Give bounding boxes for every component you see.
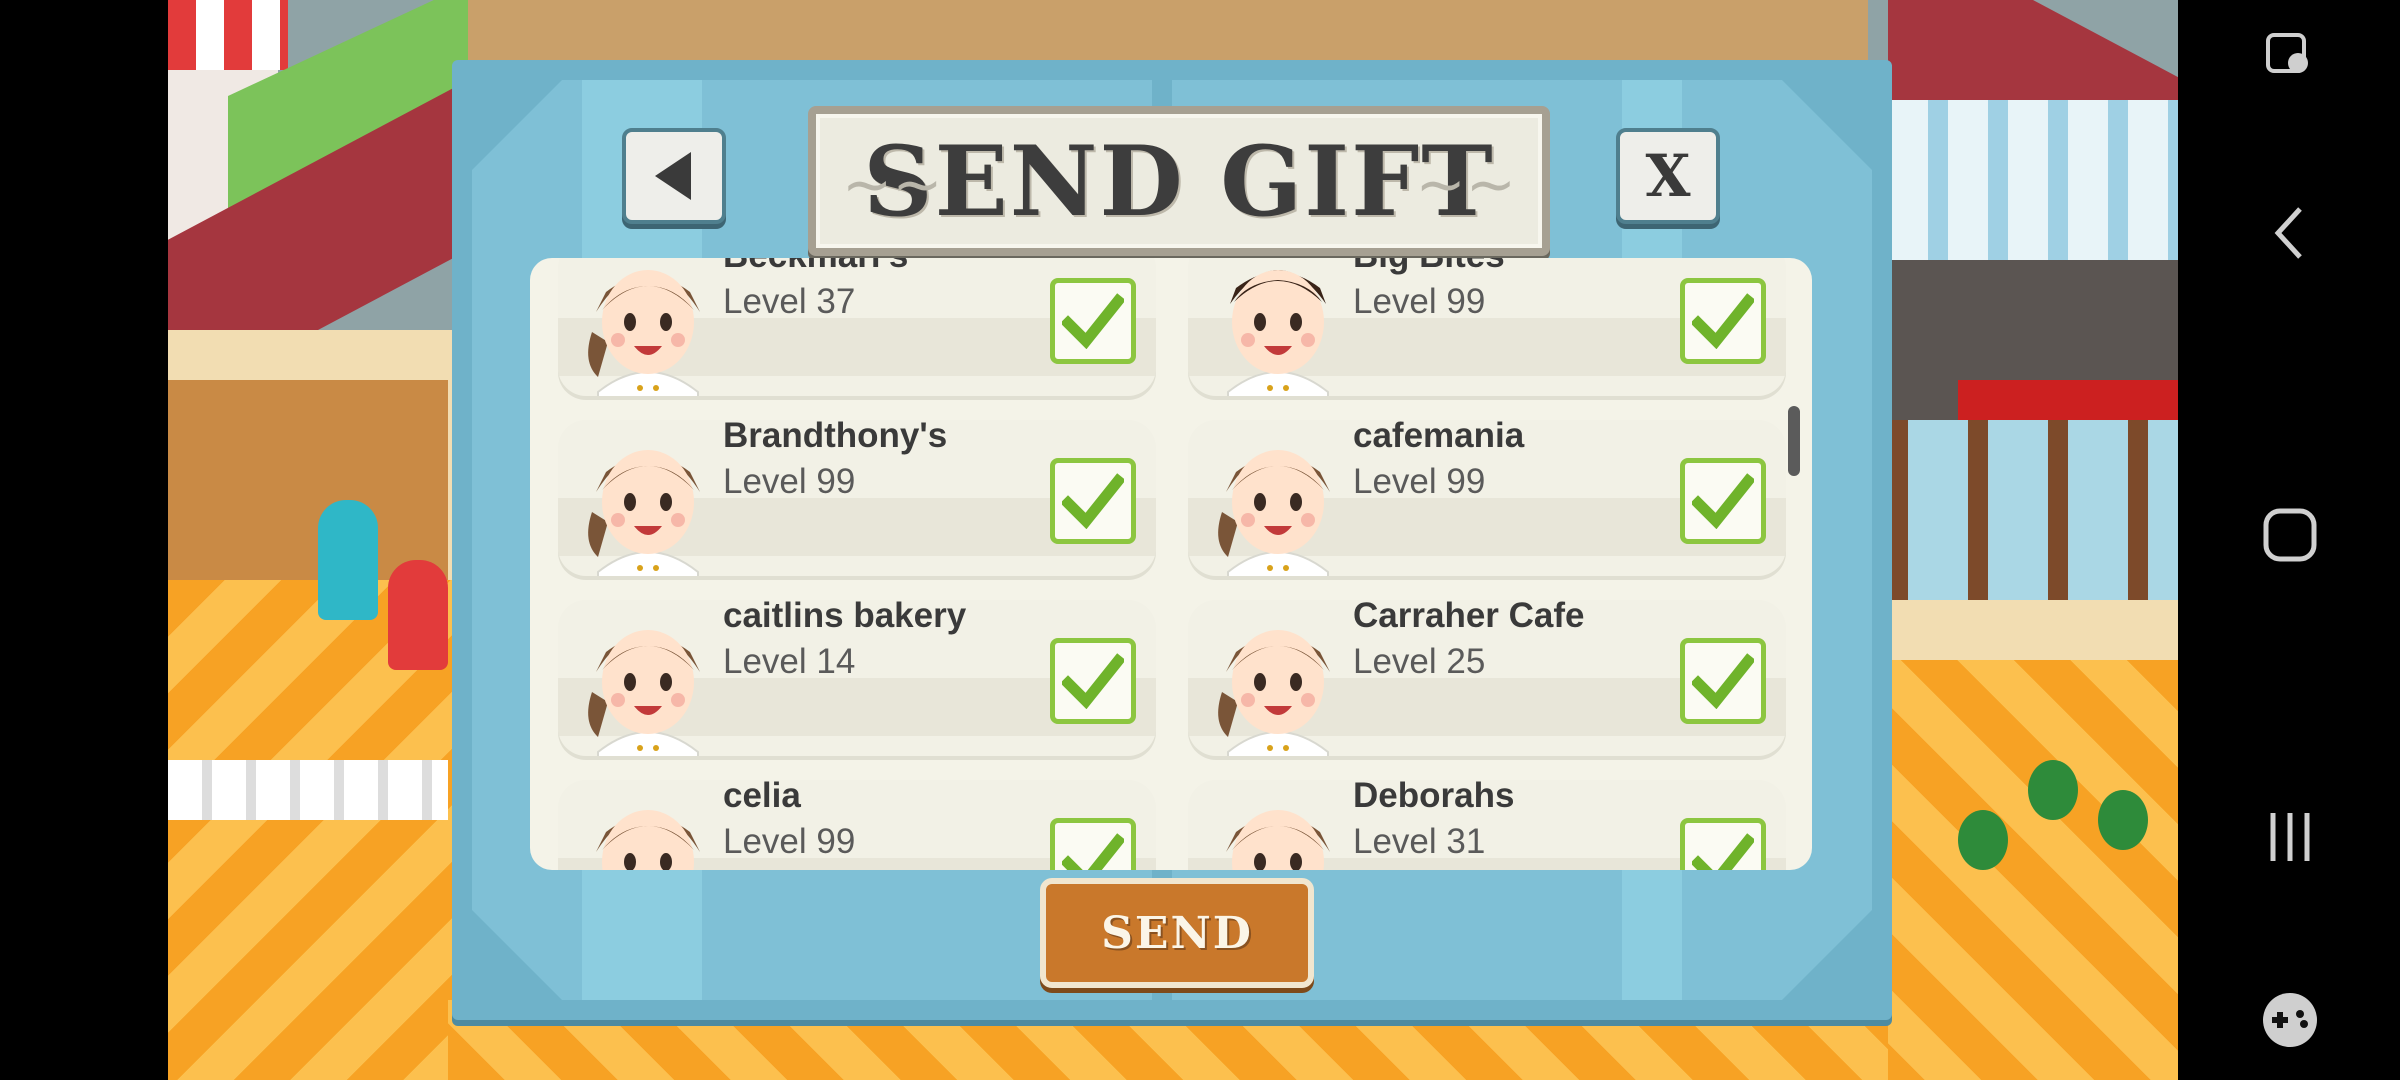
- dialog-title: SEND GIFT: [863, 124, 1495, 238]
- tree: [2098, 790, 2148, 850]
- tree: [1958, 810, 2008, 870]
- friend-name: celia: [723, 780, 801, 815]
- select-checkbox[interactable]: [1050, 458, 1136, 544]
- checkmark-icon: [1692, 653, 1754, 709]
- customer-character: [388, 560, 448, 670]
- friend-card[interactable]: Carraher Cafe Level 25: [1188, 600, 1786, 756]
- customer-character: [318, 500, 378, 620]
- female-chef-avatar: [578, 422, 718, 576]
- friend-card[interactable]: cafemania Level 99: [1188, 420, 1786, 576]
- friend-name: Beckmari's: [723, 258, 908, 276]
- select-checkbox[interactable]: [1680, 278, 1766, 364]
- game-controller-icon[interactable]: [2255, 985, 2325, 1055]
- storefront-awning: [168, 0, 288, 70]
- friend-card[interactable]: celia Level 99: [558, 780, 1156, 870]
- nav-back-icon[interactable]: [2255, 198, 2325, 268]
- close-icon: X: [1645, 142, 1691, 210]
- friend-list[interactable]: Beckmari'sLevel 37Big BitesLevel 99Brand…: [530, 258, 1812, 870]
- friend-level: Level 14: [723, 642, 856, 681]
- female-chef-avatar: [1208, 422, 1348, 576]
- friend-level: Level 37: [723, 282, 856, 321]
- friend-level: Level 99: [723, 822, 856, 861]
- friend-name: cafemania: [1353, 420, 1525, 455]
- friend-card[interactable]: Big Bites Level 99: [1188, 258, 1786, 396]
- female-chef-avatar: [1208, 782, 1348, 870]
- display-case: [1888, 420, 2178, 600]
- female-chef-avatar: [578, 602, 718, 756]
- title-plaque: ~~ SEND GIFT ~~: [808, 106, 1550, 256]
- friend-card[interactable]: Beckmari's Level 37: [558, 258, 1156, 396]
- checkmark-icon: [1062, 473, 1124, 529]
- select-checkbox[interactable]: [1050, 818, 1136, 870]
- tree: [2028, 760, 2078, 820]
- nav-home-icon[interactable]: [2255, 500, 2325, 570]
- friend-level: Level 99: [1353, 282, 1486, 321]
- friend-name: Big Bites: [1353, 258, 1505, 276]
- send-button[interactable]: SEND: [1040, 878, 1314, 988]
- screen-capture-icon[interactable]: [2255, 20, 2325, 90]
- checkmark-icon: [1062, 653, 1124, 709]
- friend-name: Deborahs: [1353, 780, 1515, 815]
- close-button[interactable]: X: [1616, 128, 1720, 224]
- friend-card[interactable]: caitlins bakery Level 14: [558, 600, 1156, 756]
- female-chef-avatar: [578, 782, 718, 870]
- checkmark-icon: [1692, 833, 1754, 870]
- select-checkbox[interactable]: [1680, 818, 1766, 870]
- orange-tables-right: [1868, 660, 2178, 1080]
- select-checkbox[interactable]: [1050, 278, 1136, 364]
- friend-name: Carraher Cafe: [1353, 600, 1585, 635]
- scrollbar-thumb[interactable]: [1788, 406, 1800, 476]
- checkmark-icon: [1692, 473, 1754, 529]
- friend-level: Level 99: [1353, 462, 1486, 501]
- nav-recents-icon[interactable]: [2255, 802, 2325, 872]
- male-chef-avatar: [1208, 258, 1348, 396]
- friend-card[interactable]: Deborahs Level 31: [1188, 780, 1786, 870]
- select-checkbox[interactable]: [1680, 458, 1766, 544]
- friend-level: Level 99: [723, 462, 856, 501]
- checkmark-icon: [1062, 833, 1124, 870]
- friend-name: Brandthony's: [723, 420, 948, 455]
- checkmark-icon: [1692, 293, 1754, 349]
- decorative-swirl-icon: ~~: [842, 150, 943, 220]
- back-arrow-icon: [655, 152, 691, 200]
- female-chef-avatar: [578, 258, 718, 396]
- kitchen-wall-top: [468, 0, 1868, 60]
- friend-level: Level 31: [1353, 822, 1486, 861]
- select-checkbox[interactable]: [1680, 638, 1766, 724]
- friend-name: caitlins bakery: [723, 600, 967, 635]
- friend-card[interactable]: Brandthony's Level 99: [558, 420, 1156, 576]
- female-chef-avatar: [1208, 602, 1348, 756]
- back-button[interactable]: [622, 128, 726, 224]
- fence: [168, 760, 448, 820]
- checkmark-icon: [1062, 293, 1124, 349]
- decorative-swirl-icon: ~~: [1415, 150, 1516, 220]
- select-checkbox[interactable]: [1050, 638, 1136, 724]
- friend-level: Level 25: [1353, 642, 1486, 681]
